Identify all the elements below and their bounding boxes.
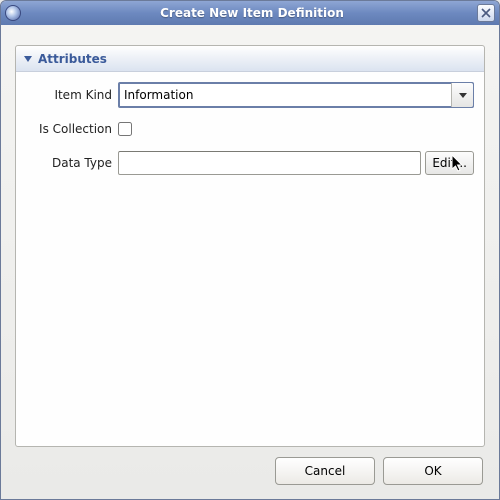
label-is-collection: Is Collection (26, 122, 118, 136)
item-kind-select[interactable]: Information (118, 82, 474, 108)
dialog-window: Create New Item Definition Attributes It… (0, 0, 500, 500)
data-type-input[interactable] (118, 151, 421, 175)
ok-button[interactable]: OK (383, 457, 483, 485)
label-item-kind: Item Kind (26, 88, 118, 102)
edit-button[interactable]: Edit... (425, 151, 474, 175)
window-title: Create New Item Definition (27, 6, 477, 20)
close-icon (481, 8, 491, 18)
row-data-type: Data Type Edit... (26, 150, 474, 176)
collapse-icon (24, 56, 32, 62)
panel-header[interactable]: Attributes (16, 46, 484, 72)
close-button[interactable] (477, 4, 495, 22)
item-kind-select-wrap: Information (118, 82, 474, 108)
cancel-button[interactable]: Cancel (275, 457, 375, 485)
row-item-kind: Item Kind Information (26, 82, 474, 108)
label-data-type: Data Type (26, 156, 118, 170)
titlebar[interactable]: Create New Item Definition (1, 1, 499, 25)
app-icon (5, 5, 21, 21)
dialog-content: Attributes Item Kind Information Is Coll… (1, 25, 499, 499)
row-is-collection: Is Collection (26, 116, 474, 142)
button-bar: Cancel OK (15, 447, 485, 489)
panel-title: Attributes (38, 52, 107, 66)
is-collection-checkbox[interactable] (118, 122, 132, 136)
panel-body: Item Kind Information Is Collection Data… (16, 72, 484, 194)
attributes-panel: Attributes Item Kind Information Is Coll… (15, 45, 485, 447)
